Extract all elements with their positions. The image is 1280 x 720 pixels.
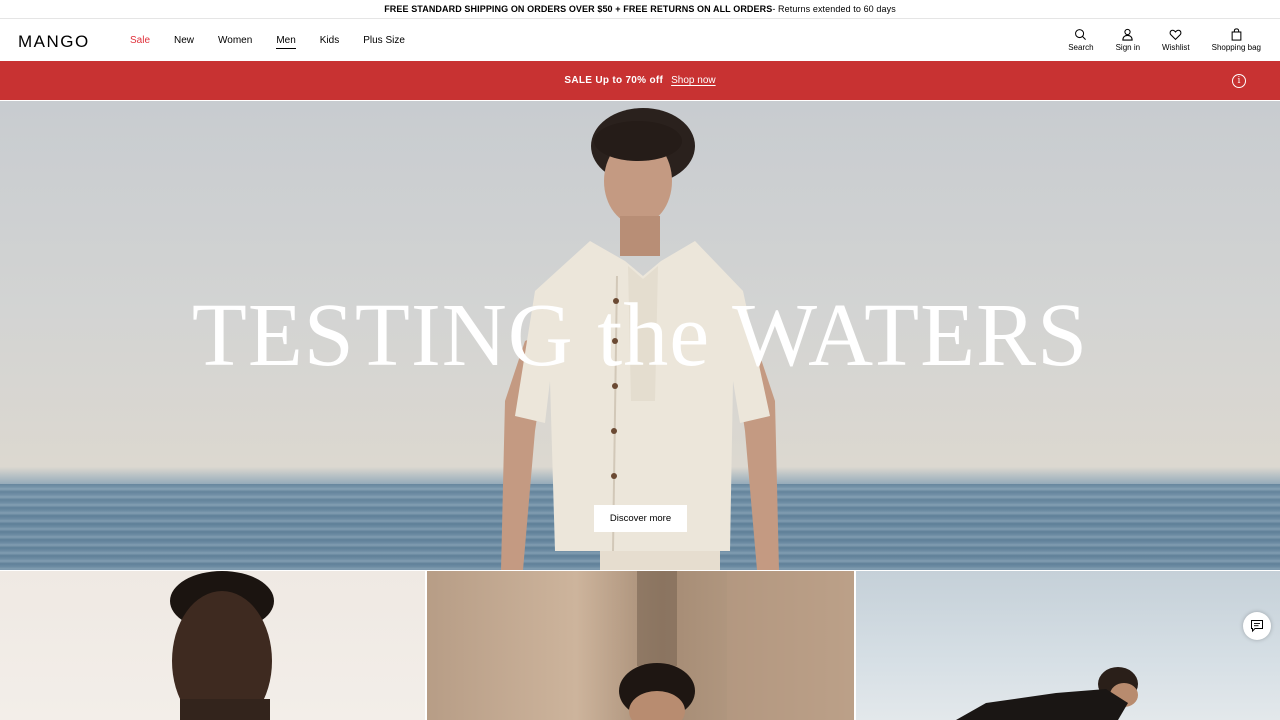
sign-in-label: Sign in — [1115, 43, 1141, 52]
sale-promo-text: SALE Up to 70% off — [564, 75, 664, 86]
category-tile-2[interactable] — [427, 571, 854, 720]
shipping-banner: FREE STANDARD SHIPPING ON ORDERS OVER $5… — [0, 0, 1280, 19]
shopping-bag-label: Shopping bag — [1211, 43, 1261, 52]
nav-sale[interactable]: Sale — [130, 34, 150, 49]
chat-icon — [1251, 620, 1263, 633]
model-image-3 — [956, 667, 1138, 720]
search-button[interactable]: Search — [1068, 28, 1094, 52]
header-utilities: Search Sign in Wishlist Shopping bag — [1046, 28, 1261, 52]
shipping-text: FREE STANDARD SHIPPING ON ORDERS OVER $5… — [384, 4, 773, 14]
nav-new[interactable]: New — [174, 34, 194, 49]
search-label: Search — [1068, 43, 1094, 52]
discover-more-button[interactable]: Discover more — [594, 505, 687, 532]
shopping-bag-icon — [1231, 28, 1242, 41]
site-header: MANGO Sale New Women Men Kids Plus Size … — [0, 20, 1280, 61]
category-tile-1[interactable] — [0, 571, 425, 720]
category-tile-3[interactable] — [856, 571, 1280, 720]
mango-logo[interactable]: MANGO — [18, 32, 90, 52]
model-image-2 — [619, 571, 854, 720]
shopping-bag-button[interactable]: Shopping bag — [1212, 28, 1261, 52]
nav-men[interactable]: Men — [276, 34, 296, 49]
sale-promo-bar: SALE Up to 70% off Shop now i — [0, 61, 1280, 100]
chat-button[interactable] — [1243, 612, 1271, 640]
hero-banner[interactable]: TESTING the WATERS Discover more — [0, 101, 1280, 570]
nav-plus-size[interactable]: Plus Size — [363, 34, 405, 49]
wishlist-button[interactable]: Wishlist — [1162, 28, 1190, 52]
returns-text: - Returns extended to 60 days — [772, 4, 896, 14]
search-icon — [1075, 29, 1087, 40]
hero-title: TESTING the WATERS — [191, 286, 1089, 385]
user-icon — [1122, 28, 1133, 41]
info-icon[interactable]: i — [1232, 74, 1246, 88]
category-tiles — [0, 571, 1280, 720]
nav-kids[interactable]: Kids — [320, 34, 339, 49]
wishlist-label: Wishlist — [1162, 43, 1190, 52]
shop-now-link[interactable]: Shop now — [671, 75, 715, 86]
nav-women[interactable]: Women — [218, 34, 252, 49]
main-nav: Sale New Women Men Kids Plus Size — [130, 34, 429, 49]
sign-in-button[interactable]: Sign in — [1116, 28, 1140, 52]
model-image-1 — [170, 571, 274, 720]
heart-icon — [1169, 29, 1182, 41]
